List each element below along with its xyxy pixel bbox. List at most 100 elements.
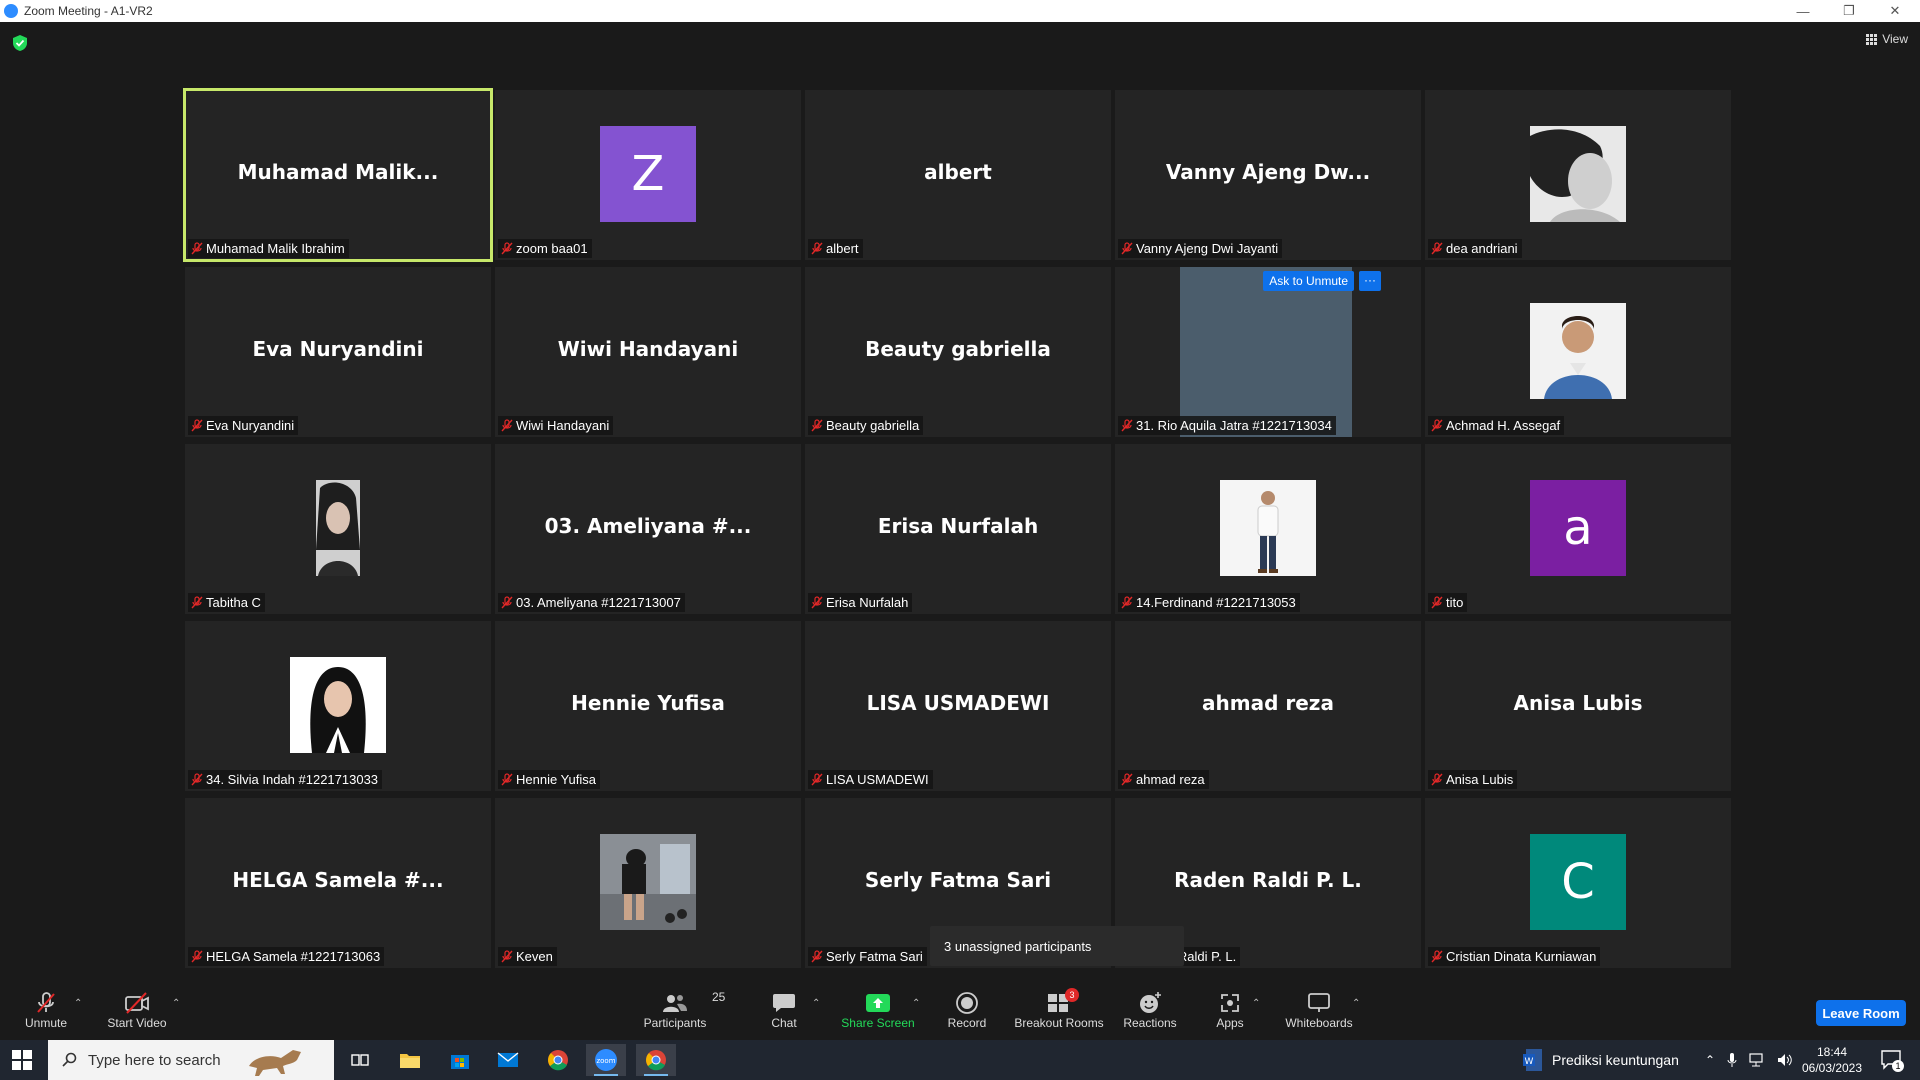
share-options-chevron-icon[interactable]: ⌃ — [912, 998, 920, 1009]
participant-tile[interactable]: Wiwi Handayani Wiwi Handayani — [495, 267, 801, 437]
participant-name-label: Wiwi Handayani — [498, 416, 614, 435]
participant-tile[interactable]: Hennie Yufisa Hennie Yufisa — [495, 621, 801, 791]
participant-tile[interactable]: Beauty gabriella Beauty gabriella — [805, 267, 1111, 437]
participant-name-label: Hennie Yufisa — [498, 770, 600, 789]
taskbar-search-box[interactable]: Type here to search — [48, 1040, 334, 1080]
muted-microphone-icon — [1121, 242, 1133, 255]
minimize-button[interactable]: — — [1780, 0, 1826, 22]
task-view-icon[interactable] — [340, 1044, 380, 1076]
whiteboards-options-chevron-icon[interactable]: ⌃ — [1352, 998, 1360, 1009]
leave-room-button[interactable]: Leave Room — [1816, 1000, 1906, 1026]
breakout-rooms-button[interactable]: 3 Breakout Rooms — [1014, 980, 1104, 1040]
participant-tile[interactable]: albert albert — [805, 90, 1111, 260]
search-placeholder: Type here to search — [88, 1051, 221, 1069]
record-icon — [956, 992, 978, 1014]
participant-tile[interactable]: dea andriani — [1425, 90, 1731, 260]
security-shield-icon[interactable] — [12, 34, 28, 52]
participant-name-text: Vanny Ajeng Dwi Jayanti — [1136, 241, 1279, 256]
participant-name-text: Anisa Lubis — [1446, 772, 1514, 787]
apps-icon — [1221, 994, 1239, 1012]
muted-microphone-icon — [1431, 419, 1443, 432]
unmute-button[interactable]: Unmute — [18, 980, 74, 1040]
whiteboards-label: Whiteboards — [1285, 1016, 1353, 1030]
participant-tile[interactable]: LISA USMADEWI LISA USMADEWI — [805, 621, 1111, 791]
ask-to-unmute-button[interactable]: Ask to Unmute — [1263, 271, 1354, 291]
participant-tile[interactable]: Vanny Ajeng Dw... Vanny Ajeng Dwi Jayanti — [1115, 90, 1421, 260]
reactions-button[interactable]: Reactions — [1122, 980, 1178, 1040]
participant-name-text: HELGA Samela #1221713063 — [206, 949, 381, 964]
muted-microphone-icon — [1431, 950, 1443, 963]
participant-tile[interactable]: HELGA Samela #... HELGA Samela #122171306… — [185, 798, 491, 968]
muted-microphone-icon — [501, 596, 513, 609]
participant-avatar: C — [1530, 834, 1626, 930]
share-screen-button[interactable]: Share Screen — [838, 980, 918, 1040]
participant-profile-photo — [290, 480, 386, 576]
breakout-rooms-label: Breakout Rooms — [1014, 1016, 1104, 1030]
participant-name-label: zoom baa01 — [498, 239, 592, 258]
participant-tile[interactable]: Eva Nuryandini Eva Nuryandini — [185, 267, 491, 437]
participant-display-name: Raden Raldi P. L. — [1174, 868, 1362, 892]
action-center-badge: 1 — [1892, 1060, 1904, 1072]
restore-button[interactable]: ❐ — [1826, 0, 1872, 22]
participant-tile[interactable]: 03. Ameliyana #... 03. Ameliyana #1221713… — [495, 444, 801, 614]
muted-microphone-icon — [1431, 242, 1443, 255]
muted-microphone-icon — [191, 950, 203, 963]
chrome-icon[interactable] — [538, 1044, 578, 1076]
participant-tile[interactable]: a tito — [1425, 444, 1731, 614]
participant-tile[interactable]: C Cristian Dinata Kurniawan — [1425, 798, 1731, 968]
participant-profile-photo — [600, 834, 696, 930]
muted-microphone-icon — [811, 773, 823, 786]
start-video-button[interactable]: Start Video — [104, 980, 170, 1040]
action-center-icon[interactable]: 1 — [1880, 1048, 1904, 1072]
whiteboards-button[interactable]: Whiteboards — [1282, 980, 1356, 1040]
muted-microphone-icon — [1121, 596, 1133, 609]
chrome-active-icon[interactable] — [636, 1044, 676, 1076]
muted-microphone-icon — [1121, 419, 1133, 432]
participants-button[interactable]: 25 Participants — [640, 980, 726, 1040]
audio-options-chevron-icon[interactable]: ⌃ — [74, 998, 82, 1009]
volume-icon[interactable] — [1777, 1053, 1793, 1067]
more-options-button[interactable]: ··· — [1359, 271, 1381, 291]
participant-tile[interactable]: 14.Ferdinand #1221713053 — [1115, 444, 1421, 614]
participant-tile[interactable]: Anisa Lubis Anisa Lubis — [1425, 621, 1731, 791]
participant-tile[interactable]: Achmad H. Assegaf — [1425, 267, 1731, 437]
participant-tile[interactable]: Ask to Unmute ··· 31. Rio Aquila Jatra #12… — [1115, 267, 1421, 437]
chat-icon — [773, 994, 795, 1012]
zoom-taskbar-icon[interactable]: zoom — [586, 1044, 626, 1076]
video-options-chevron-icon[interactable]: ⌃ — [172, 998, 180, 1009]
windows-start-icon[interactable] — [12, 1050, 32, 1070]
microphone-muted-icon — [37, 992, 55, 1013]
microsoft-store-icon[interactable] — [440, 1044, 480, 1076]
participant-name-text: Tabitha C — [206, 595, 261, 610]
view-button[interactable]: View — [1866, 32, 1908, 46]
chat-button[interactable]: Chat — [764, 980, 804, 1040]
apps-button[interactable]: Apps — [1212, 980, 1248, 1040]
participant-tile[interactable]: ahmad reza ahmad reza — [1115, 621, 1421, 791]
participant-name-label: 34. Silvia Indah #1221713033 — [188, 770, 383, 789]
network-icon[interactable] — [1749, 1053, 1765, 1067]
participant-tile[interactable]: 34. Silvia Indah #1221713033 — [185, 621, 491, 791]
mail-icon[interactable] — [488, 1044, 528, 1076]
muted-microphone-icon — [191, 419, 203, 432]
participant-tile[interactable]: Erisa Nurfalah Erisa Nurfalah — [805, 444, 1111, 614]
chat-options-chevron-icon[interactable]: ⌃ — [812, 998, 820, 1009]
participant-tile[interactable]: Muhamad Malik... Muhamad Malik Ibrahim — [183, 88, 493, 262]
close-button[interactable]: ✕ — [1872, 0, 1918, 22]
record-button[interactable]: Record — [940, 980, 994, 1040]
tray-microphone-icon[interactable] — [1727, 1052, 1737, 1068]
reactions-label: Reactions — [1123, 1016, 1177, 1030]
taskbar-clock[interactable]: 18:44 06/03/2023 — [1796, 1044, 1868, 1076]
participant-display-name: Vanny Ajeng Dw... — [1165, 160, 1371, 184]
participant-name-text: Cristian Dinata Kurniawan — [1446, 949, 1597, 964]
participant-video-feed — [1180, 267, 1352, 437]
taskbar-notification-item[interactable]: W Prediksi keuntungan — [1522, 1040, 1679, 1080]
participant-display-name: Beauty gabriella — [865, 337, 1051, 361]
file-explorer-icon[interactable] — [390, 1044, 430, 1076]
participants-icon — [663, 995, 687, 1012]
search-icon — [62, 1052, 77, 1067]
participant-tile[interactable]: Zzoom baa01 — [495, 90, 801, 260]
participant-tile[interactable]: Keven — [495, 798, 801, 968]
tray-chevron-up-icon[interactable]: ⌃ — [1705, 1053, 1715, 1067]
apps-options-chevron-icon[interactable]: ⌃ — [1252, 998, 1260, 1009]
participant-tile[interactable]: Tabitha C — [185, 444, 491, 614]
